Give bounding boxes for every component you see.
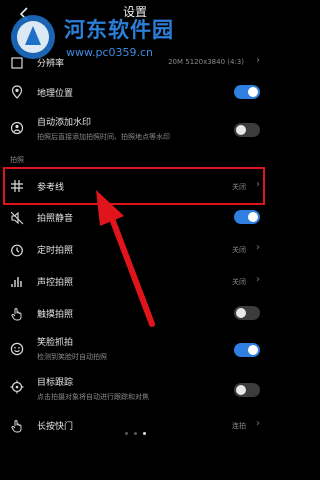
setting-resolution[interactable]: 分辨率 20M 5120x3840 (4:3) › — [0, 52, 270, 74]
chevron-right-icon: › — [256, 242, 260, 253]
setting-mute[interactable]: 拍照静音 — [0, 206, 270, 230]
audio-bars-icon — [11, 277, 22, 287]
tracking-toggle[interactable] — [234, 383, 260, 397]
mute-icon — [10, 211, 24, 225]
aspect-ratio-icon — [11, 57, 23, 69]
setting-timer[interactable]: 定时拍照 关闭 › — [0, 238, 270, 262]
page-dot-active — [142, 432, 146, 435]
chevron-right-icon: › — [256, 55, 260, 66]
setting-description: 点击拍摄对象将自动进行跟踪和对焦 — [37, 393, 149, 401]
setting-label: 目标跟踪 — [37, 378, 74, 388]
setting-label: 自动添加水印 — [37, 118, 92, 128]
setting-smile[interactable]: 笑脸抓拍 检测到笑脸时自动拍照 — [0, 332, 270, 368]
setting-value: 关闭 — [232, 246, 246, 254]
timer-icon — [11, 244, 23, 257]
highlight-box — [3, 167, 265, 205]
setting-label: 拍照静音 — [37, 214, 74, 224]
setting-description: 拍照后直接添加拍照时间、拍照地点等水印 — [37, 133, 170, 141]
setting-label: 声控拍照 — [37, 278, 74, 288]
touch-toggle[interactable] — [234, 306, 260, 320]
header: 设置 — [0, 0, 270, 28]
smile-icon — [10, 342, 24, 356]
setting-description: 检测到笑脸时自动拍照 — [37, 353, 107, 361]
setting-auto-watermark[interactable]: 自动添加水印 拍照后直接添加拍照时间、拍照地点等水印 — [0, 112, 270, 148]
setting-label: 触摸拍照 — [37, 310, 74, 320]
chevron-right-icon: › — [256, 274, 260, 285]
target-icon — [10, 380, 24, 394]
location-toggle[interactable] — [234, 85, 260, 99]
setting-audio-control[interactable]: 声控拍照 关闭 › — [0, 270, 270, 294]
auto-watermark-toggle[interactable] — [234, 123, 260, 137]
setting-label: 定时拍照 — [37, 246, 74, 256]
touch-hand-icon — [11, 308, 22, 321]
location-pin-icon — [11, 85, 23, 99]
page-dot — [133, 432, 137, 435]
setting-tracking[interactable]: 目标跟踪 点击拍摄对象将自动进行跟踪和对焦 — [0, 372, 270, 408]
section-header-photo: 拍照 — [10, 156, 24, 164]
setting-label: 笑脸抓拍 — [37, 338, 74, 348]
setting-value: 关闭 — [232, 278, 246, 286]
setting-label: 分辨率 — [37, 59, 65, 69]
mute-toggle[interactable] — [234, 210, 260, 224]
page-indicator — [0, 420, 270, 439]
setting-value: 20M 5120x3840 (4:3) — [168, 58, 244, 66]
watermark-icon — [10, 121, 24, 135]
page-title: 设置 — [122, 5, 147, 19]
setting-location[interactable]: 地理位置 — [0, 80, 270, 104]
page-dot — [124, 432, 128, 435]
smile-toggle[interactable] — [234, 343, 260, 357]
setting-label: 地理位置 — [37, 89, 74, 99]
setting-touch[interactable]: 触摸拍照 — [0, 302, 270, 326]
